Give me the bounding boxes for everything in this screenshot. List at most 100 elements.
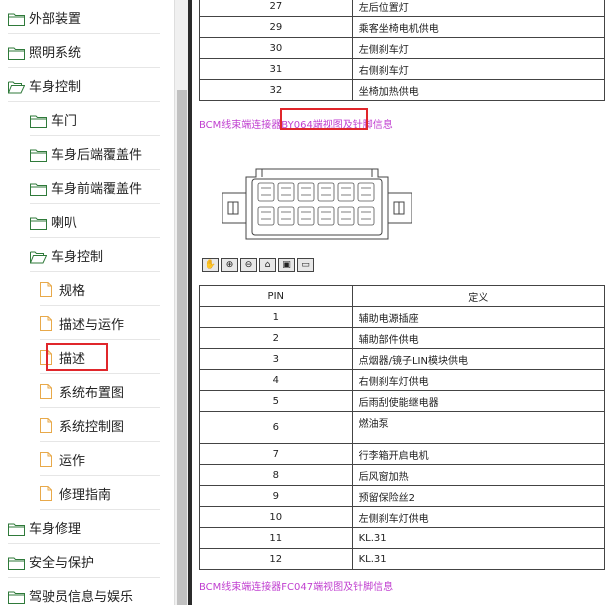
connector-pin-cavity: [337, 182, 355, 202]
sidebar-item[interactable]: 描述与运作: [40, 306, 124, 340]
sidebar-item[interactable]: 规格: [40, 272, 85, 306]
sidebar-item[interactable]: 喇叭: [30, 204, 77, 238]
sidebar-item[interactable]: 车门: [30, 102, 77, 136]
home-icon[interactable]: ⌂: [259, 258, 276, 272]
pin-definition-cell: 后风窗加热: [351, 464, 605, 486]
pin-number-cell: 7: [199, 443, 353, 465]
document-icon: [40, 485, 52, 501]
pin-number-cell: 27: [199, 0, 353, 17]
sidebar-item[interactable]: 照明系统: [8, 34, 81, 68]
connector-title-fc047[interactable]: BCM线束端连接器FC047端视图及针脚信息: [199, 578, 393, 593]
top-pin-table: 27 左后位置灯 29 乘客坐椅电机供电 30 左侧刹车灯 31 右侧刹车灯 32 坐椅加热供电: [199, 0, 605, 101]
document-icon: [40, 315, 52, 331]
sidebar-item[interactable]: 系统控制图: [40, 408, 124, 442]
pin-definition-table: PIN 定义 1 辅助电源插座 2 辅助部件供电 3 点烟器/镜子LIN模块供电 4 右侧刹车灯供…: [199, 285, 605, 570]
sidebar-item[interactable]: 外部装置: [8, 0, 81, 34]
window-icon[interactable]: ▭: [297, 258, 314, 272]
fit-icon[interactable]: ▣: [278, 258, 295, 272]
header-definition: 定义: [351, 285, 605, 307]
pin-definition-cell: 右侧刹车灯供电: [351, 369, 605, 391]
document-content: 27 左后位置灯 29 乘客坐椅电机供电 30 左侧刹车灯 31 右侧刹车灯 32 坐椅加热供电 …: [192, 0, 605, 605]
table-row: 29 乘客坐椅电机供电: [199, 16, 605, 38]
sidebar-item-label: 照明系统: [29, 45, 82, 61]
pin-definition-cell: 点烟器/镜子LIN模块供电: [351, 348, 605, 370]
pin-definition-cell: 左侧刹车灯供电: [351, 506, 605, 528]
folder-icon: [8, 11, 25, 26]
table-row: 1 辅助电源插座: [199, 306, 605, 328]
highlight-box-by064: [280, 108, 368, 130]
connector-pin-cavity: [317, 182, 335, 202]
sidebar-item[interactable]: 车身后端覆盖件: [30, 136, 142, 170]
pin-definition-cell: 坐椅加热供电: [351, 79, 605, 101]
document-icon: [40, 417, 52, 433]
sidebar-item-label: 运作: [59, 453, 86, 469]
folder-open-icon: [30, 249, 48, 263]
zoom-in-icon[interactable]: ⊕: [221, 258, 238, 272]
selected-item-highlight: [46, 343, 108, 371]
pin-number-cell: 12: [199, 548, 353, 570]
pin-number-cell: 3: [199, 348, 353, 370]
sidebar-item[interactable]: 修理指南: [40, 476, 111, 510]
sidebar-item-label: 车身控制: [29, 79, 82, 95]
table-row: 6 燃油泵: [199, 411, 605, 444]
connector-pin-detail: [361, 211, 371, 220]
sidebar-item[interactable]: 车身前端覆盖件: [30, 170, 142, 204]
table-row: 12 KL.31: [199, 548, 605, 570]
table-row: 7 行李箱开启电机: [199, 443, 605, 465]
pin-number-cell: 29: [199, 16, 353, 38]
connector-pin-cavity: [337, 206, 355, 226]
sidebar-item-label: 车身前端覆盖件: [51, 181, 143, 197]
table-row: 3 点烟器/镜子LIN模块供电: [199, 348, 605, 370]
connector-pin-detail: [261, 211, 271, 220]
table-row: 31 右侧刹车灯: [199, 58, 605, 80]
table-row: 8 后风窗加热: [199, 464, 605, 486]
navigation-tree: 外部装置 照明系统 车身控制 车门 车身后端覆盖件 车身前端覆盖件 喇叭 车身控制 规格 描述与运…: [0, 0, 174, 605]
sidebar-item[interactable]: 运作: [40, 442, 85, 476]
folder-icon: [30, 215, 47, 230]
sidebar-item-label: 系统布置图: [59, 385, 125, 401]
sidebar-item[interactable]: 系统布置图: [40, 374, 124, 408]
pin-definition-cell: 左后位置灯: [351, 0, 605, 17]
connector-pin-cavity: [297, 206, 315, 226]
connector-pin-cavity: [257, 182, 275, 202]
pin-definition-cell: 燃油泵: [351, 411, 605, 444]
connector-pin-cavity: [357, 206, 375, 226]
table-row: 2 辅助部件供电: [199, 327, 605, 349]
pin-definition-cell: 辅助部件供电: [351, 327, 605, 349]
folder-icon: [30, 113, 47, 128]
sidebar-item-label: 系统控制图: [59, 419, 125, 435]
folder-icon: [30, 181, 47, 196]
scrollbar-thumb[interactable]: [177, 90, 187, 605]
document-icon: [40, 281, 52, 297]
table-row: 5 后雨刮使能继电器: [199, 390, 605, 412]
sidebar-item-label: 安全与保护: [29, 555, 95, 571]
zoom-out-icon[interactable]: ⊖: [240, 258, 257, 272]
sidebar-item-label: 车身控制: [51, 249, 104, 265]
table-row: 27 左后位置灯: [199, 0, 605, 17]
connector-pin-cavity: [297, 182, 315, 202]
sidebar-item-label: 修理指南: [59, 487, 112, 503]
connector-pin-cavity: [257, 206, 275, 226]
sidebar-item-label: 描述与运作: [59, 317, 125, 333]
sidebar-item[interactable]: 车身修理: [8, 510, 81, 544]
pin-number-cell: 1: [199, 306, 353, 328]
sidebar-item[interactable]: 驾驶员信息与娱乐: [8, 578, 133, 605]
connector-pin-detail: [361, 187, 371, 196]
pin-number-cell: 8: [199, 464, 353, 486]
connector-pin-detail: [281, 211, 291, 220]
connector-pin-detail: [321, 211, 331, 220]
connector-pin-detail: [341, 211, 351, 220]
sidebar-item-label: 车门: [51, 113, 78, 129]
table-row: 4 右侧刹车灯供电: [199, 369, 605, 391]
pan-icon[interactable]: ✋: [202, 258, 219, 272]
table-row: 32 坐椅加热供电: [199, 79, 605, 101]
pin-number-cell: 6: [199, 411, 353, 444]
pin-definition-cell: 左侧刹车灯: [351, 37, 605, 59]
pin-number-cell: 4: [199, 369, 353, 391]
table-row: 30 左侧刹车灯: [199, 37, 605, 59]
sidebar-item[interactable]: 车身控制: [30, 238, 103, 272]
sidebar-item[interactable]: 安全与保护: [8, 544, 94, 578]
sidebar-scrollbar[interactable]: [174, 0, 188, 605]
sidebar-item[interactable]: 车身控制: [8, 68, 81, 102]
connector-pin-detail: [261, 187, 271, 196]
